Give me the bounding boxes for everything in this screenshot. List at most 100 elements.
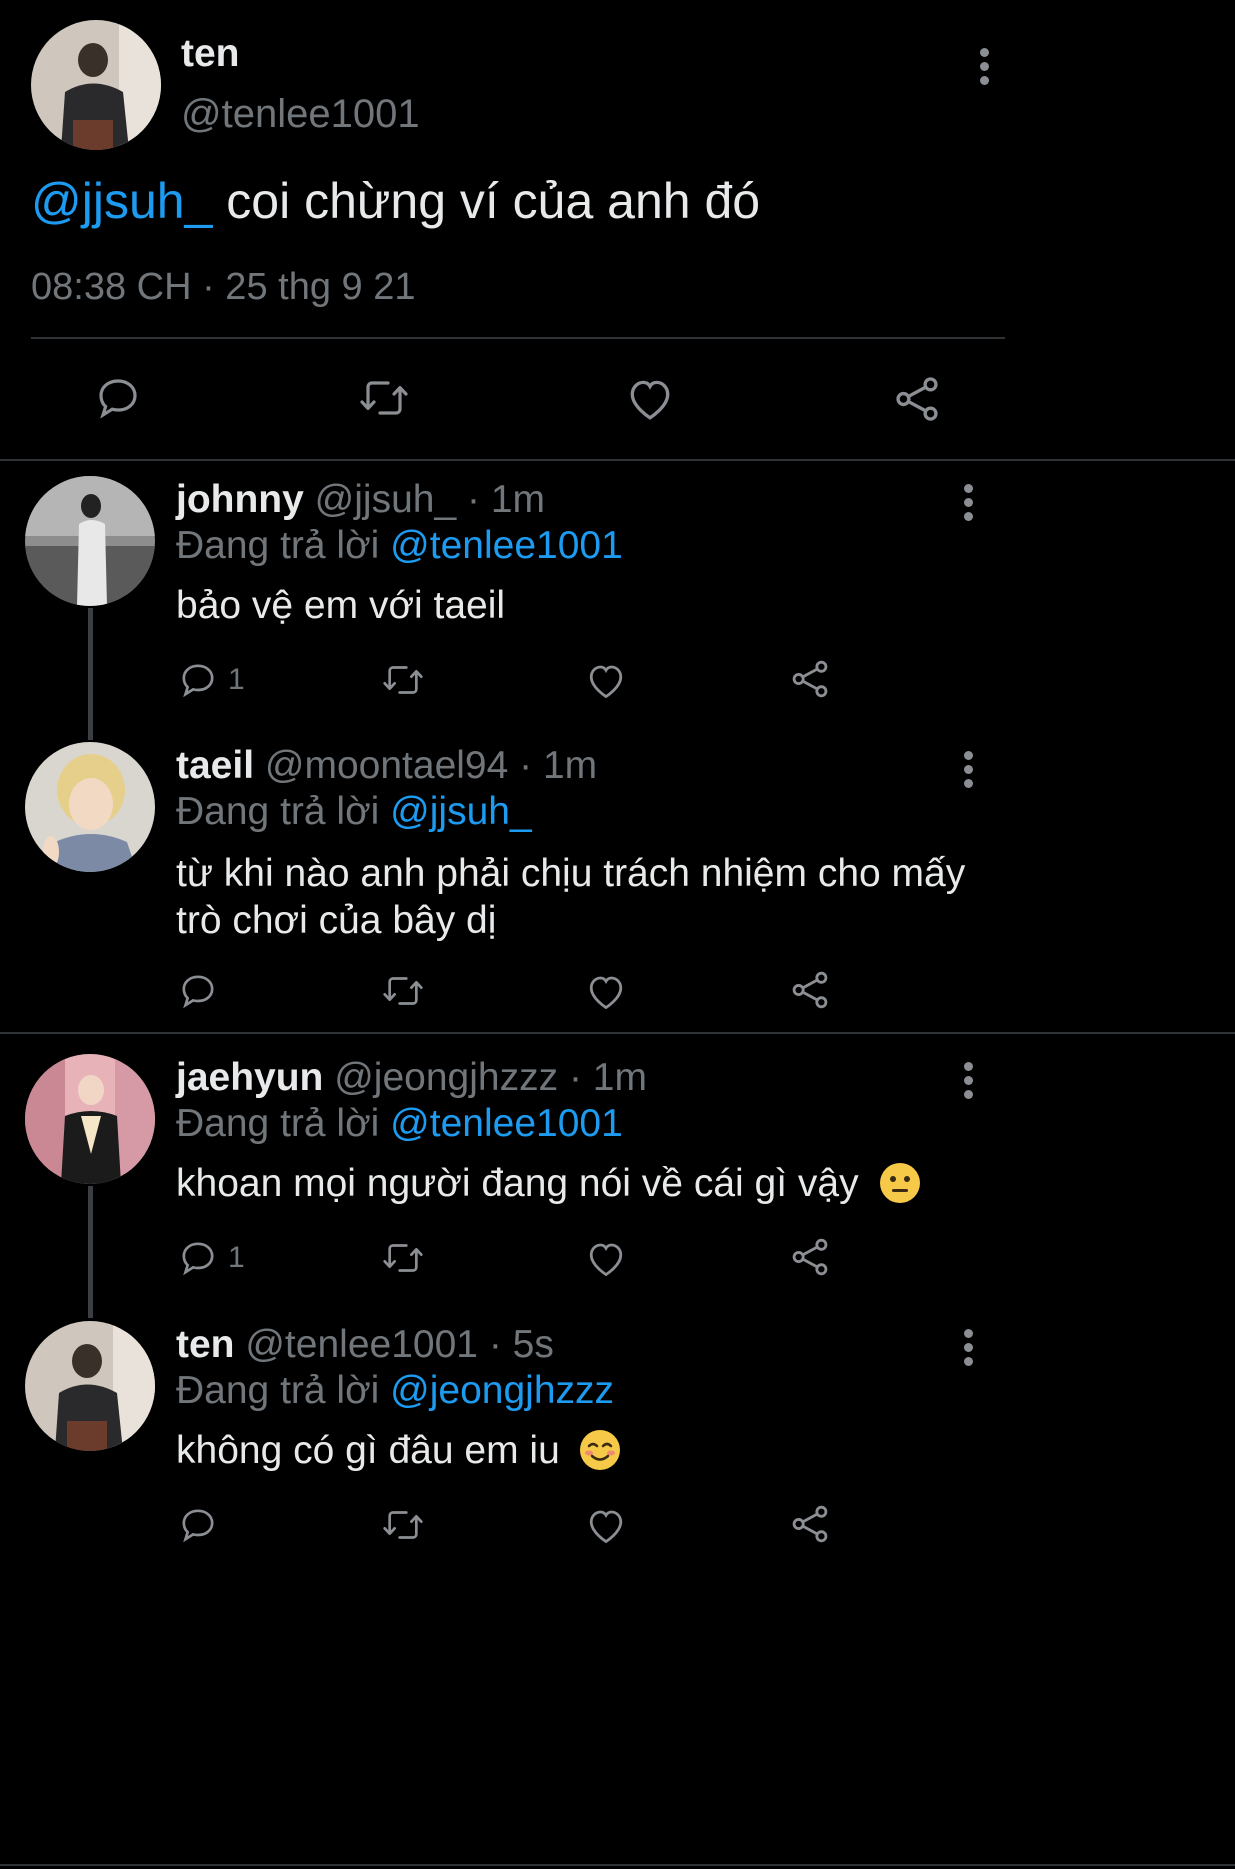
thread-line xyxy=(88,1186,93,1318)
thread-line xyxy=(88,608,93,740)
heart-icon xyxy=(589,1510,623,1544)
tweet-text: @jjsuh_ coi chừng ví của anh đó xyxy=(31,172,760,230)
retweet-icon xyxy=(383,1511,423,1539)
tweet-body: coi chừng ví của anh đó xyxy=(212,173,761,229)
more-options-icon[interactable] xyxy=(958,751,978,793)
avatar[interactable] xyxy=(25,1054,155,1184)
share-icon xyxy=(896,377,938,421)
reply-button[interactable] xyxy=(178,971,218,1011)
reply-count: 1 xyxy=(228,663,245,696)
reply-icon xyxy=(99,379,137,419)
share-button[interactable] xyxy=(789,1236,831,1278)
reply-button[interactable]: 1 xyxy=(178,660,245,700)
replying-to: Đang trả lời @tenlee1001 xyxy=(176,524,623,568)
user-handle[interactable]: @tenlee1001 xyxy=(181,92,420,137)
more-options-icon[interactable] xyxy=(958,1062,978,1104)
display-name[interactable]: ten xyxy=(181,32,240,76)
smiling-blush-emoji xyxy=(579,1429,620,1470)
replying-to: Đang trả lời @jeongjhzzz xyxy=(176,1369,614,1413)
like-button[interactable] xyxy=(585,1505,627,1545)
reply-time: · 1m xyxy=(467,478,546,521)
more-options-icon[interactable] xyxy=(958,1329,978,1371)
reply-time: · 5s xyxy=(488,1323,554,1366)
replying-to-link[interactable]: @jeongjhzzz xyxy=(390,1369,614,1412)
reply-text: không có gì đâu em iu xyxy=(176,1429,621,1473)
retweet-icon xyxy=(383,977,423,1005)
mention-link[interactable]: @jjsuh_ xyxy=(31,173,212,229)
more-options-icon[interactable] xyxy=(974,48,994,90)
reply-count: 1 xyxy=(228,1241,245,1274)
retweet-button[interactable] xyxy=(381,1505,425,1545)
reply-text-line: trò chơi của bây dị xyxy=(176,899,497,942)
like-button[interactable] xyxy=(585,1238,627,1278)
retweet-icon xyxy=(360,381,408,415)
retweet-button[interactable] xyxy=(381,1238,425,1278)
reply-text-line: từ khi nào anh phải chịu trách nhiệm cho… xyxy=(176,852,966,895)
heart-icon xyxy=(630,380,670,420)
display-name[interactable]: taeil xyxy=(176,744,254,787)
share-button[interactable] xyxy=(892,374,942,424)
replying-prefix: Đang trả lời xyxy=(176,790,380,833)
share-icon xyxy=(792,660,828,698)
tweet-timestamp[interactable]: 08:38 CH · 25 thg 9 21 xyxy=(31,266,415,309)
more-options-icon[interactable] xyxy=(958,484,978,526)
divider xyxy=(0,1864,1235,1866)
user-handle[interactable]: @tenlee1001 xyxy=(245,1323,478,1366)
avatar[interactable] xyxy=(31,20,161,150)
reply-icon xyxy=(182,664,214,698)
display-name[interactable]: johnny xyxy=(176,478,304,521)
avatar[interactable] xyxy=(25,476,155,606)
reply-text: bảo vệ em với taeil xyxy=(176,584,506,627)
like-button[interactable] xyxy=(585,660,627,700)
reply-button[interactable]: 1 xyxy=(178,1238,245,1278)
reply-text-line: khoan mọi người đang nói về cái gì vậy xyxy=(176,1162,859,1205)
replying-prefix: Đang trả lời xyxy=(176,1102,380,1145)
reply-icon xyxy=(182,975,214,1009)
reply-time: · 1m xyxy=(519,744,598,787)
replying-to: Đang trả lời @tenlee1001 xyxy=(176,1102,623,1146)
retweet-button[interactable] xyxy=(381,971,425,1011)
divider xyxy=(31,337,1005,339)
heart-icon xyxy=(589,665,623,699)
share-button[interactable] xyxy=(789,969,831,1011)
like-button[interactable] xyxy=(625,374,675,422)
replying-to-link[interactable]: @tenlee1001 xyxy=(390,1102,623,1145)
like-button[interactable] xyxy=(585,971,627,1011)
replying-to: Đang trả lời @jjsuh_ xyxy=(176,790,532,834)
retweet-icon xyxy=(383,1244,423,1272)
reply-header: ten @tenlee1001 · 5s xyxy=(176,1323,554,1367)
reply-icon xyxy=(182,1242,214,1276)
neutral-face-emoji xyxy=(880,1162,921,1203)
share-icon xyxy=(792,1238,828,1276)
user-handle[interactable]: @jeongjhzzz xyxy=(334,1056,558,1099)
user-handle[interactable]: @moontael94 xyxy=(265,744,508,787)
reply-text: khoan mọi người đang nói về cái gì vậy xyxy=(176,1162,921,1206)
display-name[interactable]: jaehyun xyxy=(176,1056,323,1099)
share-button[interactable] xyxy=(789,1503,831,1545)
share-button[interactable] xyxy=(789,658,831,700)
reply-text-line: không có gì đâu em iu xyxy=(176,1429,560,1472)
heart-icon xyxy=(589,976,623,1010)
display-name[interactable]: ten xyxy=(176,1323,235,1366)
reply-icon xyxy=(182,1509,214,1543)
retweet-button[interactable] xyxy=(358,374,410,422)
retweet-button[interactable] xyxy=(381,660,425,700)
retweet-icon xyxy=(383,666,423,694)
replying-to-link[interactable]: @jjsuh_ xyxy=(390,790,532,833)
reply-header: jaehyun @jeongjhzzz · 1m xyxy=(176,1056,647,1100)
share-icon xyxy=(792,1505,828,1543)
reply-header: johnny @jjsuh_ · 1m xyxy=(176,478,545,522)
share-icon xyxy=(792,971,828,1009)
replying-to-link[interactable]: @tenlee1001 xyxy=(390,524,623,567)
divider xyxy=(0,459,1235,461)
replying-prefix: Đang trả lời xyxy=(176,1369,380,1412)
reply-text: từ khi nào anh phải chịu trách nhiệm cho… xyxy=(176,850,965,944)
divider xyxy=(0,1032,1235,1034)
reply-time: · 1m xyxy=(568,1056,647,1099)
reply-button[interactable] xyxy=(94,374,142,422)
user-handle[interactable]: @jjsuh_ xyxy=(315,478,457,521)
reply-header: taeil @moontael94 · 1m xyxy=(176,744,597,788)
avatar[interactable] xyxy=(25,1321,155,1451)
reply-button[interactable] xyxy=(178,1505,218,1545)
avatar[interactable] xyxy=(25,742,155,872)
